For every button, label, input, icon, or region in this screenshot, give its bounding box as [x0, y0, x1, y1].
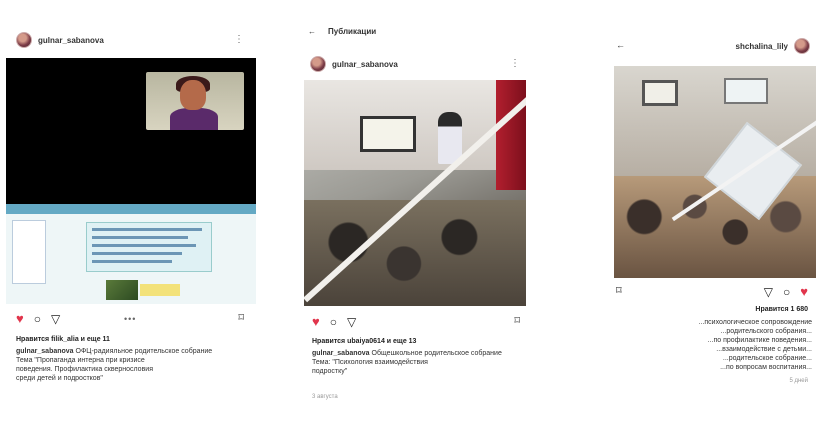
back-arrow-icon[interactable]: ← [616, 40, 625, 50]
post-time: 3 августа [312, 394, 338, 400]
avatar[interactable] [16, 32, 32, 48]
caption-text: Общешкольное родительское собрание [371, 350, 502, 357]
username[interactable]: gulnar_sabanova [38, 36, 104, 45]
post-header[interactable]: gulnar_sabanova [310, 56, 398, 72]
caption-line: ...по профилактике поведения... [707, 337, 812, 344]
avatar[interactable] [310, 56, 326, 72]
kebab-icon[interactable]: ⋮ [234, 34, 244, 45]
comment-icon[interactable]: ○ [34, 312, 41, 326]
caption-line: ...по вопросам воспитания... [720, 364, 812, 371]
avatar[interactable] [794, 38, 810, 54]
likes-count[interactable]: Нравится ubaiya0614 и еще 13 [312, 338, 416, 345]
carousel-dots: ••• [124, 314, 137, 324]
caption-line: поведения. Профилактика сквернословия [16, 366, 153, 373]
caption-username[interactable]: gulnar_sabanova [16, 348, 74, 355]
kebab-icon[interactable]: ⋮ [510, 58, 520, 69]
post-actions: ♥ ○ ▽ [312, 314, 356, 329]
post-header[interactable]: gulnar_sabanova [16, 32, 104, 48]
post-card-1: gulnar_sabanova ⋮ ♥ ○ ▽ ••• ⌑ Нравится f… [6, 24, 256, 428]
caption-text: ОФЦ-радияльное родительское собрание [75, 348, 213, 355]
post-header-user[interactable]: shchalina_lily [736, 38, 810, 54]
heart-icon[interactable]: ♥ [800, 284, 808, 299]
post-media-video[interactable] [6, 58, 256, 204]
share-icon[interactable]: ▽ [764, 285, 773, 299]
post-media-slide[interactable] [6, 204, 256, 304]
heart-icon[interactable]: ♥ [312, 314, 320, 329]
page-title: Публикации [328, 26, 377, 36]
back-arrow-icon[interactable]: ← [308, 27, 316, 36]
likes-count[interactable]: Нравится 1 680 [755, 306, 808, 313]
top-bar: ← Публикации [298, 18, 530, 44]
post-caption: gulnar_sabanova Общешкольное родительско… [312, 349, 524, 376]
post-caption: gulnar_sabanova ОФЦ-радияльное родительс… [16, 347, 252, 383]
heart-icon[interactable]: ♥ [16, 311, 24, 326]
post-media-collage[interactable] [304, 80, 526, 306]
caption-line: подростку" [312, 368, 348, 375]
bookmark-icon[interactable]: ⌑ [238, 311, 244, 324]
comment-icon[interactable]: ○ [330, 315, 337, 329]
share-icon[interactable]: ▽ [51, 312, 60, 326]
post-card-3: ← shchalina_lily ⌑ ▽ ○ ♥ Нравится 1 680 … [608, 30, 816, 428]
caption-line: ...родительского собрания... [720, 328, 812, 335]
post-actions: ▽ ○ ♥ [764, 284, 808, 299]
post-actions: ♥ ○ ▽ [16, 311, 60, 326]
post-caption: ...психологическое сопровождение ...роди… [612, 318, 812, 372]
post-header[interactable]: ← [616, 40, 625, 50]
bookmark-icon[interactable]: ⌑ [616, 284, 622, 297]
post-card-2: ← Публикации gulnar_sabanova ⋮ ♥ ○ ▽ ⌑ Н… [298, 18, 530, 428]
comment-icon[interactable]: ○ [783, 285, 790, 299]
caption-line: среди детей и подростков" [16, 375, 103, 382]
caption-username[interactable]: gulnar_sabanova [312, 350, 370, 357]
caption-line: ...родительское собрание... [722, 355, 812, 362]
video-call-thumbnail [146, 72, 244, 130]
caption-line: Тема: "Психология взаимодействия [312, 359, 428, 366]
username[interactable]: gulnar_sabanova [332, 60, 398, 69]
post-time: 5 дней [789, 378, 808, 384]
caption-line: ...взаимодействие с детьми... [716, 346, 812, 353]
post-actions-left: ⌑ [616, 284, 622, 297]
caption-line: ...психологическое сопровождение [698, 319, 812, 326]
likes-count[interactable]: Нравится filik_alia и еще 11 [16, 336, 110, 343]
username[interactable]: shchalina_lily [736, 42, 788, 51]
caption-line: Тема "Пропаганда интерна при кризисе [16, 357, 145, 364]
post-media-collage[interactable] [614, 66, 816, 278]
share-icon[interactable]: ▽ [347, 315, 356, 329]
bookmark-icon[interactable]: ⌑ [514, 314, 520, 327]
